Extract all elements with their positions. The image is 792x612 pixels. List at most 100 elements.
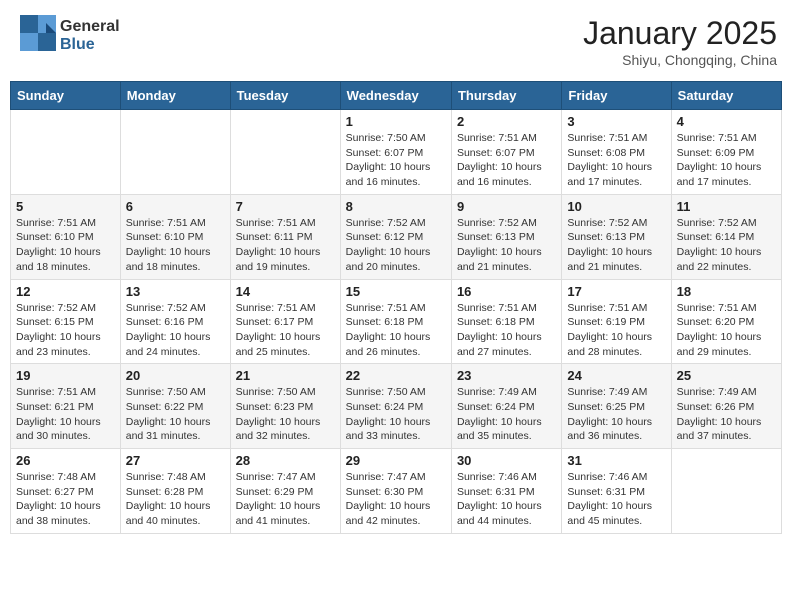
day-cell: 17 Sunrise: 7:51 AM Sunset: 6:19 PM Dayli…	[562, 279, 671, 364]
day-info: Sunrise: 7:50 AM Sunset: 6:07 PM Dayligh…	[346, 131, 446, 190]
day-info: Sunrise: 7:51 AM Sunset: 6:10 PM Dayligh…	[126, 216, 225, 275]
day-cell: 2 Sunrise: 7:51 AM Sunset: 6:07 PM Daylig…	[451, 110, 561, 195]
week-row-1: 1 Sunrise: 7:50 AM Sunset: 6:07 PM Daylig…	[11, 110, 782, 195]
day-number: 15	[346, 284, 446, 299]
day-info: Sunrise: 7:51 AM Sunset: 6:18 PM Dayligh…	[457, 301, 556, 360]
day-number: 26	[16, 453, 115, 468]
day-info: Sunrise: 7:51 AM Sunset: 6:11 PM Dayligh…	[236, 216, 335, 275]
day-cell: 19 Sunrise: 7:51 AM Sunset: 6:21 PM Dayli…	[11, 364, 121, 449]
day-cell: 15Sunrise: 7:51 AM Sunset: 6:18 PM Dayli…	[340, 279, 451, 364]
day-number: 22	[346, 368, 446, 383]
day-info: Sunrise: 7:46 AM Sunset: 6:31 PM Dayligh…	[567, 470, 665, 529]
logo-general: General	[60, 18, 120, 35]
day-info: Sunrise: 7:52 AM Sunset: 6:14 PM Dayligh…	[677, 216, 776, 275]
day-cell: 22Sunrise: 7:50 AM Sunset: 6:24 PM Dayli…	[340, 364, 451, 449]
week-row-3: 12 Sunrise: 7:52 AM Sunset: 6:15 PM Dayli…	[11, 279, 782, 364]
day-info: Sunrise: 7:52 AM Sunset: 6:12 PM Dayligh…	[346, 216, 446, 275]
day-cell: 6Sunrise: 7:51 AM Sunset: 6:10 PM Daylig…	[120, 194, 230, 279]
day-number: 17	[567, 284, 665, 299]
day-cell	[120, 110, 230, 195]
day-info: Sunrise: 7:48 AM Sunset: 6:27 PM Dayligh…	[16, 470, 115, 529]
day-number: 11	[677, 199, 776, 214]
day-cell: 23 Sunrise: 7:49 AM Sunset: 6:24 PM Dayli…	[451, 364, 561, 449]
weekday-header-tuesday: Tuesday	[230, 82, 340, 110]
day-cell: 11 Sunrise: 7:52 AM Sunset: 6:14 PM Dayli…	[671, 194, 781, 279]
day-cell: 31 Sunrise: 7:46 AM Sunset: 6:31 PM Dayli…	[562, 449, 671, 534]
day-cell: 20 Sunrise: 7:50 AM Sunset: 6:22 PM Dayli…	[120, 364, 230, 449]
day-info: Sunrise: 7:52 AM Sunset: 6:16 PM Dayligh…	[126, 301, 225, 360]
week-row-4: 19 Sunrise: 7:51 AM Sunset: 6:21 PM Dayli…	[11, 364, 782, 449]
day-number: 7	[236, 199, 335, 214]
day-cell	[11, 110, 121, 195]
day-cell: 4 Sunrise: 7:51 AM Sunset: 6:09 PM Daylig…	[671, 110, 781, 195]
day-info: Sunrise: 7:50 AM Sunset: 6:23 PM Dayligh…	[236, 385, 335, 444]
day-number: 28	[236, 453, 335, 468]
weekday-header-sunday: Sunday	[11, 82, 121, 110]
day-cell: 13 Sunrise: 7:52 AM Sunset: 6:16 PM Dayli…	[120, 279, 230, 364]
logo-blue: Blue	[60, 36, 95, 53]
day-number: 20	[126, 368, 225, 383]
day-info: Sunrise: 7:52 AM Sunset: 6:13 PM Dayligh…	[567, 216, 665, 275]
day-cell: 26 Sunrise: 7:48 AM Sunset: 6:27 PM Dayli…	[11, 449, 121, 534]
week-row-5: 26 Sunrise: 7:48 AM Sunset: 6:27 PM Dayli…	[11, 449, 782, 534]
day-info: Sunrise: 7:51 AM Sunset: 6:19 PM Dayligh…	[567, 301, 665, 360]
month-title: January 2025	[583, 15, 777, 52]
day-cell: 1 Sunrise: 7:50 AM Sunset: 6:07 PM Daylig…	[340, 110, 451, 195]
day-info: Sunrise: 7:51 AM Sunset: 6:08 PM Dayligh…	[567, 131, 665, 190]
weekday-header-friday: Friday	[562, 82, 671, 110]
day-cell: 25 Sunrise: 7:49 AM Sunset: 6:26 PM Dayli…	[671, 364, 781, 449]
day-cell: 16 Sunrise: 7:51 AM Sunset: 6:18 PM Dayli…	[451, 279, 561, 364]
day-info: Sunrise: 7:46 AM Sunset: 6:31 PM Dayligh…	[457, 470, 556, 529]
day-number: 8	[346, 199, 446, 214]
day-number: 10	[567, 199, 665, 214]
day-info: Sunrise: 7:47 AM Sunset: 6:29 PM Dayligh…	[236, 470, 335, 529]
day-number: 23	[457, 368, 556, 383]
day-cell	[671, 449, 781, 534]
day-cell: 8 Sunrise: 7:52 AM Sunset: 6:12 PM Daylig…	[340, 194, 451, 279]
day-number: 31	[567, 453, 665, 468]
day-cell: 9 Sunrise: 7:52 AM Sunset: 6:13 PM Daylig…	[451, 194, 561, 279]
day-number: 16	[457, 284, 556, 299]
day-number: 18	[677, 284, 776, 299]
day-info: Sunrise: 7:50 AM Sunset: 6:22 PM Dayligh…	[126, 385, 225, 444]
day-number: 9	[457, 199, 556, 214]
weekday-header-saturday: Saturday	[671, 82, 781, 110]
day-info: Sunrise: 7:51 AM Sunset: 6:07 PM Dayligh…	[457, 131, 556, 190]
day-info: Sunrise: 7:52 AM Sunset: 6:13 PM Dayligh…	[457, 216, 556, 275]
day-cell: 18 Sunrise: 7:51 AM Sunset: 6:20 PM Dayli…	[671, 279, 781, 364]
day-cell: 24Sunrise: 7:49 AM Sunset: 6:25 PM Dayli…	[562, 364, 671, 449]
day-cell: 21Sunrise: 7:50 AM Sunset: 6:23 PM Dayli…	[230, 364, 340, 449]
day-number: 12	[16, 284, 115, 299]
day-number: 5	[16, 199, 115, 214]
day-info: Sunrise: 7:49 AM Sunset: 6:26 PM Dayligh…	[677, 385, 776, 444]
location-title: Shiyu, Chongqing, China	[583, 52, 777, 68]
day-cell: 27Sunrise: 7:48 AM Sunset: 6:28 PM Dayli…	[120, 449, 230, 534]
day-cell: 7 Sunrise: 7:51 AM Sunset: 6:11 PM Daylig…	[230, 194, 340, 279]
day-cell: 14Sunrise: 7:51 AM Sunset: 6:17 PM Dayli…	[230, 279, 340, 364]
day-info: Sunrise: 7:51 AM Sunset: 6:21 PM Dayligh…	[16, 385, 115, 444]
day-cell: 29 Sunrise: 7:47 AM Sunset: 6:30 PM Dayli…	[340, 449, 451, 534]
day-info: Sunrise: 7:51 AM Sunset: 6:20 PM Dayligh…	[677, 301, 776, 360]
day-number: 2	[457, 114, 556, 129]
day-number: 24	[567, 368, 665, 383]
logo: General Blue	[20, 15, 120, 56]
day-info: Sunrise: 7:49 AM Sunset: 6:24 PM Dayligh…	[457, 385, 556, 444]
weekday-header-monday: Monday	[120, 82, 230, 110]
day-info: Sunrise: 7:51 AM Sunset: 6:10 PM Dayligh…	[16, 216, 115, 275]
weekday-header-wednesday: Wednesday	[340, 82, 451, 110]
day-info: Sunrise: 7:47 AM Sunset: 6:30 PM Dayligh…	[346, 470, 446, 529]
day-number: 25	[677, 368, 776, 383]
day-number: 29	[346, 453, 446, 468]
day-number: 19	[16, 368, 115, 383]
day-cell: 10 Sunrise: 7:52 AM Sunset: 6:13 PM Dayli…	[562, 194, 671, 279]
day-number: 4	[677, 114, 776, 129]
day-info: Sunrise: 7:52 AM Sunset: 6:15 PM Dayligh…	[16, 301, 115, 360]
day-info: Sunrise: 7:51 AM Sunset: 6:09 PM Dayligh…	[677, 131, 776, 190]
day-cell: 3Sunrise: 7:51 AM Sunset: 6:08 PM Daylig…	[562, 110, 671, 195]
week-row-2: 5 Sunrise: 7:51 AM Sunset: 6:10 PM Daylig…	[11, 194, 782, 279]
day-cell: 30Sunrise: 7:46 AM Sunset: 6:31 PM Dayli…	[451, 449, 561, 534]
day-cell: 12 Sunrise: 7:52 AM Sunset: 6:15 PM Dayli…	[11, 279, 121, 364]
day-number: 1	[346, 114, 446, 129]
day-number: 13	[126, 284, 225, 299]
day-number: 14	[236, 284, 335, 299]
